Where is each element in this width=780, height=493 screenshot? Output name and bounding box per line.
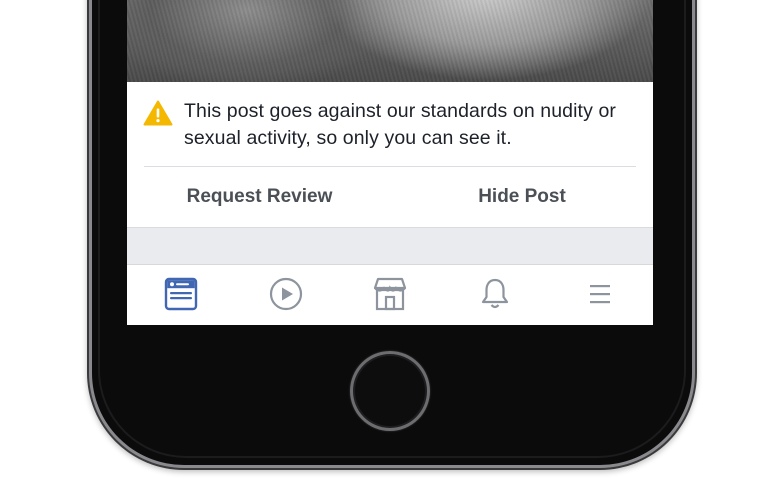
hide-post-button[interactable]: Hide Post <box>427 176 617 218</box>
divider <box>144 166 636 167</box>
request-review-button[interactable]: Request Review <box>167 176 352 218</box>
bottom-tab-bar <box>127 264 653 325</box>
tab-marketplace[interactable] <box>370 277 410 313</box>
hamburger-menu-icon <box>590 285 610 304</box>
feed-separator <box>127 227 653 264</box>
warning-icon <box>143 100 173 126</box>
home-button[interactable] <box>350 351 430 431</box>
tab-news-feed[interactable] <box>161 277 201 313</box>
storefront-icon <box>373 277 407 311</box>
tab-watch[interactable] <box>266 277 306 313</box>
policy-notice: This post goes against our standards on … <box>127 82 653 227</box>
news-feed-icon <box>164 277 198 311</box>
post-photo <box>127 0 653 82</box>
play-icon <box>269 277 303 311</box>
notice-message: This post goes against our standards on … <box>184 100 616 149</box>
tab-notifications[interactable] <box>475 277 515 313</box>
bell-icon <box>481 278 509 309</box>
phone-screen: This post goes against our standards on … <box>127 0 653 325</box>
tab-menu[interactable] <box>580 277 620 313</box>
